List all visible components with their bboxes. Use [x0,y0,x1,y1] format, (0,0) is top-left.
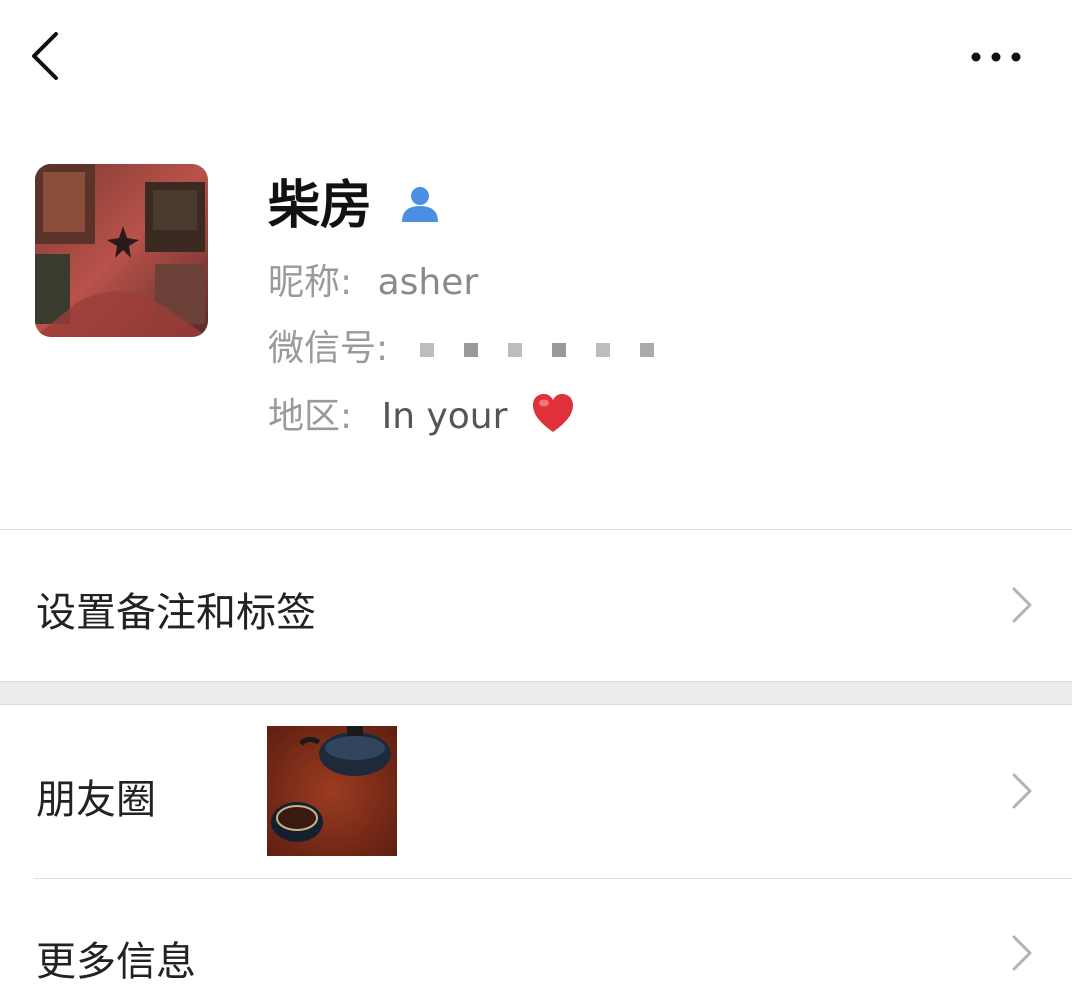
profile-name: 柴房 [268,176,373,236]
red-heart-icon [531,392,575,448]
wechat-id-label: 微信号: [268,328,389,369]
nickname-label: 昵称: [268,262,353,303]
avatar[interactable] [35,164,208,337]
chevron-right-icon [1006,585,1036,625]
wechat-id-masked-value [419,328,684,369]
wechat-id-row: 微信号: [268,324,684,374]
moments-label: 朋友圈 [36,777,156,823]
region-value: In your [381,396,508,437]
set-remark-and-tags-label: 设置备注和标签 [36,590,316,636]
section-separator [0,681,1072,705]
nickname-value: asher [377,262,479,303]
set-remark-and-tags-row[interactable]: 设置备注和标签 [0,530,1072,680]
region-row: 地区: In your [268,392,575,448]
contact-person-icon [398,182,442,226]
moments-photo-thumbnail[interactable] [267,726,397,856]
more-info-label: 更多信息 [36,939,196,985]
moments-row[interactable]: 朋友圈 [0,705,1072,878]
more-info-row[interactable]: 更多信息 [0,879,1072,999]
chevron-left-icon [32,32,58,80]
region-label: 地区: [268,396,353,437]
chevron-right-icon [1006,933,1036,973]
back-button[interactable] [22,26,72,86]
more-options-button[interactable] [962,40,1032,74]
nickname-row: 昵称: asher [268,258,478,308]
chevron-right-icon [1006,771,1036,811]
ellipsis-icon [971,52,1021,62]
